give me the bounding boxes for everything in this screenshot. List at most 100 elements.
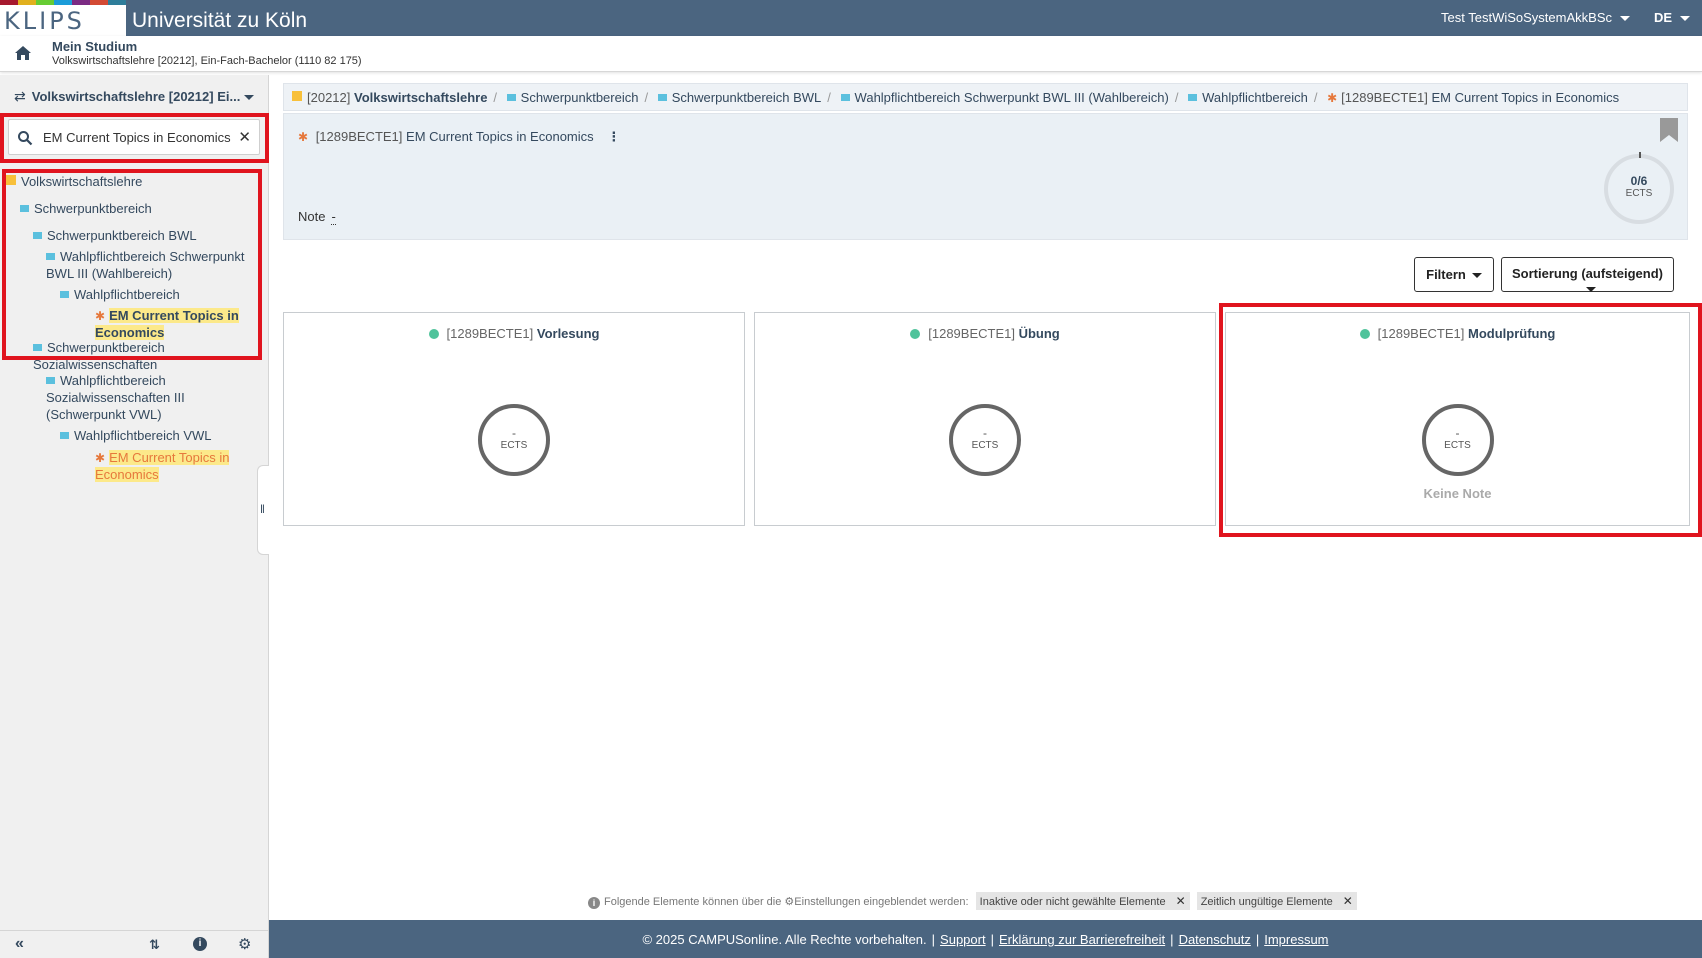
info-icon[interactable]: i [193, 937, 207, 951]
card-name[interactable]: Übung [1019, 326, 1060, 341]
module-star-icon: ✱ [298, 130, 309, 144]
tree-item-label: Schwerpunktbereich [47, 340, 165, 355]
tree-item-wahl[interactable]: Wahlpflichtbereich [60, 286, 180, 303]
breadcrumb-root[interactable]: Volkswirtschaftslehre [354, 90, 487, 105]
accessibility-link[interactable]: Erklärung zur Barrierefreiheit [999, 932, 1165, 947]
tree-item-wahl-sozial-cont1: Sozialwissenschaften III [46, 389, 185, 406]
breadcrumb-item[interactable]: Wahlpflichtbereich Schwerpunkt BWL III (… [855, 90, 1169, 105]
card-ects-value: - [983, 426, 987, 440]
tree-item-vwl[interactable]: Volkswirtschaftslehre [6, 173, 142, 190]
language-menu[interactable]: DE [1654, 10, 1690, 25]
tree-item-label: Wahlpflichtbereich [74, 287, 180, 302]
search-input[interactable] [43, 127, 233, 147]
more-options-icon[interactable]: ⋮ [607, 129, 620, 145]
tree-item-sozial[interactable]: Schwerpunktbereich [33, 339, 165, 356]
card-ects-value: - [1455, 426, 1460, 440]
card-name[interactable]: Vorlesung [537, 326, 600, 341]
tree-item-bwl[interactable]: Schwerpunktbereich BWL [33, 227, 197, 244]
module-header-panel: ✱ [1289BECTE1] EM Current Topics in Econ… [283, 113, 1688, 240]
card-title: [1289BECTE1] Übung [755, 326, 1215, 341]
course-card-modulpruefung[interactable]: [1289BECTE1] Modulprüfung - ECTS Keine No… [1225, 312, 1690, 526]
card-code: [1289BECTE1] [1377, 326, 1465, 341]
sort-icon[interactable]: ⇅ [149, 937, 160, 953]
klips-logo[interactable]: KLIPS 2.0 [0, 0, 126, 63]
user-menu[interactable]: Test TestWiSoSystemAkkBSc [1441, 10, 1630, 25]
folder-icon [292, 91, 302, 101]
tree-item-label: EM Current Topics in [109, 308, 239, 323]
breadcrumb-item[interactable]: Schwerpunktbereich BWL [672, 90, 822, 105]
chevron-down-icon [1680, 16, 1690, 22]
course-card-uebung[interactable]: [1289BECTE1] Übung - ECTS [754, 312, 1216, 526]
module-star-icon: ✱ [95, 309, 106, 323]
collapse-sidebar-icon[interactable]: « [15, 935, 24, 953]
tree-item-em-selected[interactable]: ✱ EM Current Topics in [95, 307, 239, 325]
status-dot [910, 329, 921, 339]
tree-item-wahl-sozial[interactable]: Wahlpflichtbereich [46, 372, 166, 389]
status-dot [1359, 329, 1370, 339]
tree-item-wahl-bwl-cont: BWL III (Wahlbereich) [46, 265, 172, 282]
breadcrumb-item[interactable]: Wahlpflichtbereich [1202, 90, 1308, 105]
close-icon[interactable]: ✕ [1176, 894, 1186, 908]
copyright: © 2025 CAMPUSonline. Alle Rechte vorbeha… [642, 932, 927, 947]
program-selector[interactable]: ⇄ Volkswirtschaftslehre [20212] Ei... [14, 88, 260, 108]
chip-label: Zeitlich ungültige Elemente [1200, 896, 1333, 908]
card-title: [1289BECTE1] Modulprüfung [1226, 326, 1689, 341]
module-star-icon: ✱ [95, 451, 106, 465]
node-icon [46, 377, 55, 384]
sort-button[interactable]: Sortierung (aufsteigend) [1501, 257, 1674, 293]
tree-item-label: Sozialwissenschaften [33, 357, 158, 372]
tree-item-label: Economics [95, 325, 165, 340]
breadcrumb-item[interactable]: Schwerpunktbereich [521, 90, 639, 105]
node-icon [1188, 94, 1198, 101]
tree-item-label: (Schwerpunkt VWL) [46, 407, 162, 422]
support-link[interactable]: Support [940, 932, 986, 947]
grade-field: Note - [298, 209, 336, 225]
filter-chip-invalid: Zeitlich ungültige Elemente ✕ [1196, 892, 1357, 910]
tree-item-schwerpunkt[interactable]: Schwerpunktbereich [20, 200, 152, 217]
ects-progress-ring: 0/6 ECTS [1604, 154, 1674, 224]
course-card-vorlesung[interactable]: [1289BECTE1] Vorlesung - ECTS [283, 312, 745, 526]
privacy-link[interactable]: Datenschutz [1179, 932, 1251, 947]
sidebar-resize-handle[interactable]: ‖ [257, 465, 269, 555]
tree-item-label: Sozialwissenschaften III [46, 390, 185, 405]
node-icon [506, 94, 516, 101]
tree-item-em-vwl-cont: Economics [95, 466, 159, 483]
chevron-down-icon [1471, 273, 1482, 279]
tree-item-label: Schwerpunktbereich [34, 201, 152, 216]
tree-item-em-vwl[interactable]: ✱ EM Current Topics in [95, 449, 230, 467]
settings-icon[interactable]: ⚙ [238, 935, 251, 953]
bookmark-icon[interactable] [1659, 117, 1679, 143]
settings-icon: ⚙ [784, 896, 795, 908]
filter-chip-inactive: Inaktive oder nicht gewählte Elemente ✕ [975, 892, 1190, 910]
card-ects-unit: ECTS [1444, 440, 1471, 451]
card-code: [1289BECTE1] [928, 326, 1015, 341]
tree-item-wahl-vwl[interactable]: Wahlpflichtbereich VWL [60, 427, 212, 444]
tree-item-label: Volkswirtschaftslehre [21, 174, 143, 189]
user-name: Test TestWiSoSystemAkkBSc [1441, 10, 1612, 25]
tree-item-sozial-cont: Sozialwissenschaften [33, 356, 157, 373]
folder-icon [6, 175, 16, 185]
filter-button[interactable]: Filtern [1414, 257, 1494, 292]
clear-icon[interactable]: ✕ [238, 128, 251, 146]
home-icon[interactable] [14, 45, 32, 61]
grade-value: - [331, 209, 336, 225]
node-icon [33, 232, 42, 239]
node-icon [60, 291, 69, 298]
tree-item-wahl-bwl[interactable]: Wahlpflichtbereich Schwerpunkt [46, 248, 245, 265]
card-ects-ring: - ECTS [949, 404, 1021, 476]
card-name[interactable]: Modulprüfung [1468, 326, 1555, 341]
imprint-link[interactable]: Impressum [1264, 932, 1328, 947]
university-title: Universität zu Köln [132, 9, 308, 32]
ects-unit: ECTS [1625, 188, 1653, 199]
hint-text-after: Einstellungen eingeblendet werden: [794, 896, 969, 908]
page-title: Mein Studium [52, 39, 138, 54]
hidden-elements-hint: i Folgende Elemente können über die ⚙Eins… [588, 892, 1357, 910]
chevron-down-icon [1585, 287, 1596, 293]
logo-stripes [0, 0, 126, 5]
module-title: ✱ [1289BECTE1] EM Current Topics in Econ… [298, 129, 620, 145]
node-icon [20, 205, 29, 212]
module-code: [1289BECTE1] [315, 129, 403, 144]
close-icon[interactable]: ✕ [1343, 894, 1353, 908]
tree-item-label: BWL III (Wahlbereich) [46, 266, 173, 281]
program-label: Volkswirtschaftslehre [20212] Ei... [31, 89, 241, 104]
